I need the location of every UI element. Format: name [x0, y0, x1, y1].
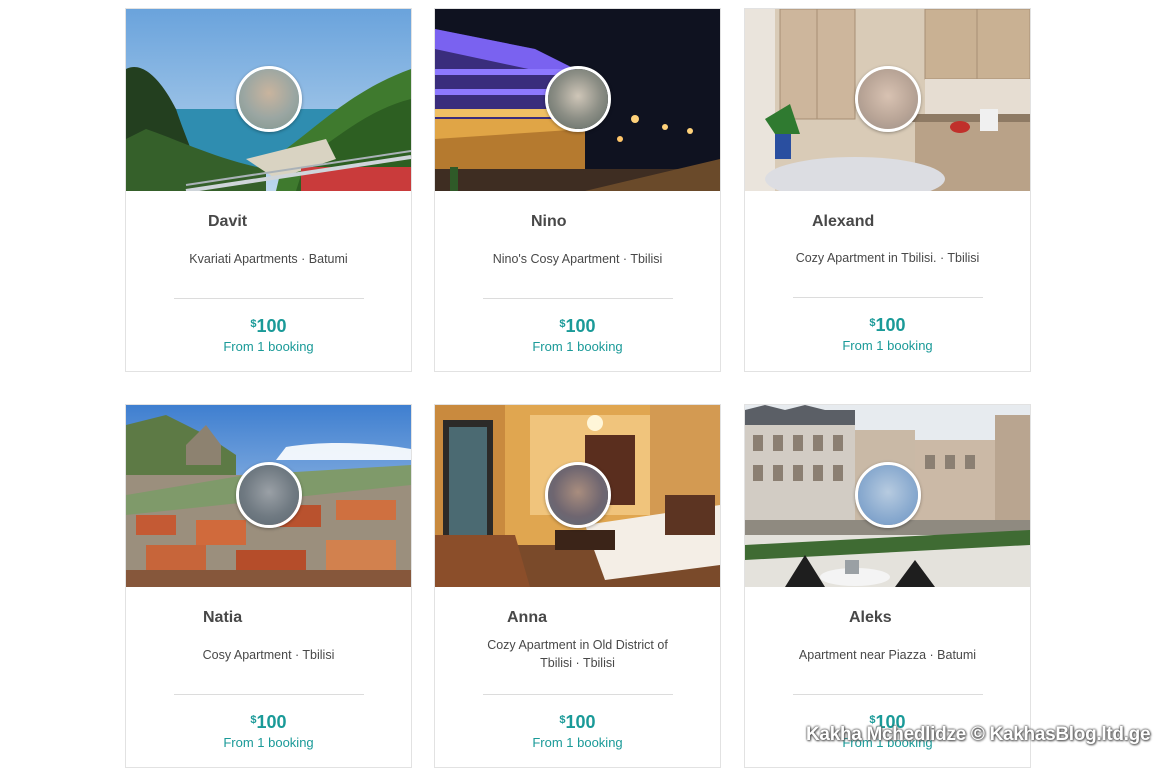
price: $100: [435, 316, 720, 337]
host-name[interactable]: Natia: [203, 609, 242, 627]
host-avatar[interactable]: [855, 66, 921, 132]
divider: [793, 694, 983, 695]
listing-photo[interactable]: [745, 405, 1030, 587]
host-name[interactable]: Anna: [507, 609, 547, 627]
listing-card[interactable]: Anna Cozy Apartment in Old District of T…: [434, 404, 721, 768]
listing-title[interactable]: Apartment near Piazza · Batumi: [765, 646, 1010, 664]
host-name[interactable]: Alexand: [812, 213, 874, 231]
currency-symbol: $: [869, 317, 876, 329]
host-avatar[interactable]: [236, 462, 302, 528]
host-name[interactable]: Davit: [208, 213, 247, 231]
listing-card[interactable]: Aleks Apartment near Piazza · Batumi $10…: [744, 404, 1031, 768]
listing-photo[interactable]: [126, 405, 411, 587]
divider: [483, 694, 673, 695]
divider: [793, 297, 983, 298]
price-amount: 100: [256, 712, 287, 732]
host-name[interactable]: Nino: [531, 213, 567, 231]
price: $100: [126, 712, 411, 733]
listing-photo[interactable]: [126, 9, 411, 191]
booking-count: From 1 booking: [532, 339, 623, 354]
price-amount: 100: [565, 316, 596, 336]
divider: [483, 298, 673, 299]
host-name[interactable]: Aleks: [849, 609, 892, 627]
booking-count: From 1 booking: [223, 339, 314, 354]
listing-title[interactable]: Nino's Cosy Apartment · Tbilisi: [455, 250, 700, 268]
host-avatar[interactable]: [545, 462, 611, 528]
price: $100: [435, 712, 720, 733]
booking-count: From 1 booking: [223, 735, 314, 750]
listing-card[interactable]: Nino Nino's Cosy Apartment · Tbilisi $10…: [434, 8, 721, 372]
price: $100: [126, 316, 411, 337]
divider: [174, 694, 364, 695]
booking-count: From 1 booking: [842, 338, 933, 353]
price-amount: 100: [565, 712, 596, 732]
watermark: Kakha Mchedlidze © KakhasBlog.ltd.ge: [806, 724, 1151, 745]
listing-title[interactable]: Cozy Apartment in Tbilisi. · Tbilisi: [765, 249, 1010, 267]
currency-symbol: $: [250, 318, 257, 330]
listing-card[interactable]: Alexand Cozy Apartment in Tbilisi. · Tbi…: [744, 8, 1031, 372]
listing-card[interactable]: Natia Cosy Apartment · Tbilisi $100 From…: [125, 404, 412, 768]
divider: [174, 298, 364, 299]
price-amount: 100: [875, 315, 906, 335]
listing-photo[interactable]: [435, 9, 720, 191]
listing-title[interactable]: Cosy Apartment · Tbilisi: [146, 646, 391, 664]
currency-symbol: $: [559, 318, 566, 330]
booking-count: From 1 booking: [532, 735, 623, 750]
listing-photo[interactable]: [745, 9, 1030, 191]
listing-title[interactable]: Kvariati Apartments · Batumi: [146, 250, 391, 268]
host-avatar[interactable]: [236, 66, 302, 132]
listing-card[interactable]: Davit Kvariati Apartments · Batumi $100 …: [125, 8, 412, 372]
currency-symbol: $: [559, 714, 566, 726]
host-avatar[interactable]: [545, 66, 611, 132]
price: $100: [745, 315, 1030, 336]
listing-photo[interactable]: [435, 405, 720, 587]
host-avatar[interactable]: [855, 462, 921, 528]
currency-symbol: $: [250, 714, 257, 726]
price-amount: 100: [256, 316, 287, 336]
listing-title[interactable]: Cozy Apartment in Old District of Tbilis…: [475, 636, 680, 672]
